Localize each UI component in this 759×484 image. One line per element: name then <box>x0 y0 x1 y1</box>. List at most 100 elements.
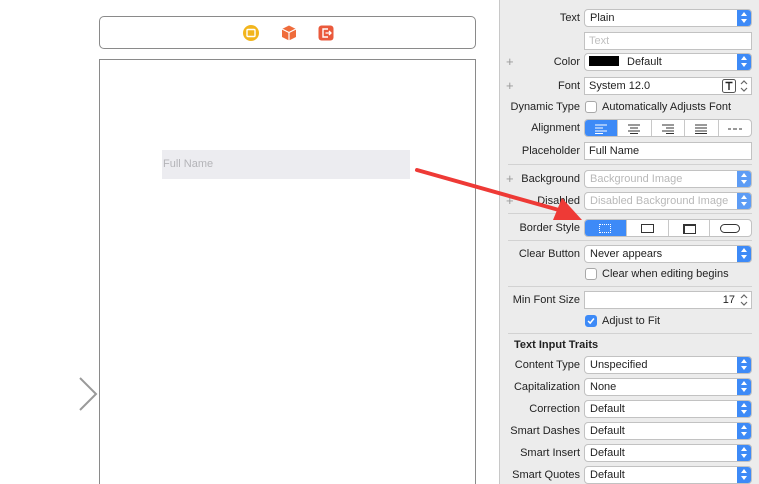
popup-stepper-icon <box>737 246 751 262</box>
view-controller-scene[interactable] <box>99 59 476 484</box>
clear-button-row: Clear Button Never appears <box>500 244 759 264</box>
color-row: + Color Default <box>500 52 759 72</box>
border-bezel-icon <box>682 224 696 234</box>
min-font-size-label: Min Font Size <box>512 294 580 306</box>
adjust-to-fit-text: Adjust to Fit <box>602 315 661 327</box>
smart-dashes-label: Smart Dashes <box>510 425 580 437</box>
border-rounded-icon <box>720 224 741 233</box>
capitalization-label: Capitalization <box>513 381 580 393</box>
font-value: System 12.0 <box>589 80 651 92</box>
disabled-image-combo[interactable]: Disabled Background Image <box>584 192 752 210</box>
clear-when-editing-checkbox[interactable] <box>585 268 597 280</box>
correction-label: Correction <box>529 403 580 415</box>
combo-chevron-icon <box>737 193 751 209</box>
font-stepper-icon[interactable] <box>738 78 750 94</box>
text-row: Text Plain <box>500 8 759 28</box>
align-justified-icon <box>695 124 708 134</box>
capitalization-row: Capitalization None <box>500 377 759 397</box>
first-responder-icon[interactable] <box>280 24 298 42</box>
align-justified-segment[interactable] <box>685 120 719 136</box>
color-label: Color <box>553 56 580 68</box>
background-row: + Background Background Image <box>500 169 759 189</box>
smart-insert-value: Default <box>590 447 625 459</box>
separator <box>508 333 752 334</box>
adjust-to-fit-row: Adjust to Fit <box>500 311 759 331</box>
alignment-segmented-control[interactable] <box>584 119 752 137</box>
smart-quotes-popup[interactable]: Default <box>584 466 752 484</box>
add-variation-plus-icon[interactable]: + <box>506 172 514 186</box>
background-image-placeholder: Background Image <box>590 173 683 185</box>
font-row: + Font System 12.0 <box>500 76 759 96</box>
smart-insert-popup[interactable]: Default <box>584 444 752 462</box>
add-variation-plus-icon[interactable]: + <box>506 194 514 208</box>
border-bezel-segment[interactable] <box>669 220 711 236</box>
add-variation-plus-icon[interactable]: + <box>506 55 514 69</box>
dynamic-type-label: Dynamic Type <box>510 101 581 113</box>
align-right-icon <box>661 124 674 134</box>
popup-stepper-icon <box>737 54 751 70</box>
align-natural-icon <box>727 128 742 130</box>
smart-dashes-popup[interactable]: Default <box>584 422 752 440</box>
content-type-row: Content Type Unspecified <box>500 355 759 375</box>
popup-stepper-icon <box>737 467 751 483</box>
popup-stepper-icon <box>737 423 751 439</box>
capitalization-popup[interactable]: None <box>584 378 752 396</box>
initial-view-controller-arrow-icon[interactable] <box>0 374 100 414</box>
text-label: Text <box>559 12 580 24</box>
background-label: Background <box>521 173 580 185</box>
smart-insert-label: Smart Insert <box>520 447 580 459</box>
border-none-icon <box>599 224 611 233</box>
smart-insert-row: Smart Insert Default <box>500 443 759 463</box>
full-name-text-field[interactable]: Full Name <box>162 150 410 179</box>
disabled-image-placeholder: Disabled Background Image <box>590 195 729 207</box>
border-none-segment[interactable] <box>585 220 627 236</box>
min-font-size-stepper-icon[interactable] <box>738 292 750 308</box>
min-font-size-row: Min Font Size 17 <box>500 290 759 310</box>
smart-quotes-value: Default <box>590 469 625 481</box>
font-picker-icon[interactable] <box>722 79 736 93</box>
placeholder-label: Placeholder <box>521 145 580 157</box>
text-type-popup[interactable]: Plain <box>584 9 752 27</box>
align-left-segment[interactable] <box>585 120 619 136</box>
add-variation-plus-icon[interactable]: + <box>506 79 514 93</box>
separator <box>508 213 752 214</box>
adjust-to-fit-checkbox[interactable] <box>585 315 597 327</box>
clear-button-popup[interactable]: Never appears <box>584 245 752 263</box>
color-popup[interactable]: Default <box>584 53 752 71</box>
border-rounded-segment[interactable] <box>710 220 751 236</box>
color-swatch <box>589 56 619 67</box>
popup-stepper-icon <box>737 357 751 373</box>
smart-quotes-label: Smart Quotes <box>512 469 580 481</box>
background-image-combo[interactable]: Background Image <box>584 170 752 188</box>
clear-editing-row: Clear when editing begins <box>500 264 759 284</box>
content-type-value: Unspecified <box>590 359 648 371</box>
font-label: Font <box>557 80 580 92</box>
adjusts-font-checkbox[interactable] <box>585 101 597 113</box>
capitalization-value: None <box>590 381 617 393</box>
clear-when-editing-text: Clear when editing begins <box>602 268 729 280</box>
dynamic-type-row: Dynamic Type Automatically Adjusts Font <box>500 97 759 117</box>
correction-popup[interactable]: Default <box>584 400 752 418</box>
combo-chevron-icon <box>737 171 751 187</box>
attributes-inspector: Text Plain Text + Color Default + Font S… <box>499 0 759 484</box>
alignment-label: Alignment <box>531 122 580 134</box>
min-font-size-field[interactable]: 17 <box>584 291 752 309</box>
exit-icon[interactable] <box>317 24 335 42</box>
border-style-segmented-control[interactable] <box>584 219 752 237</box>
scene-dock <box>99 16 476 49</box>
border-line-segment[interactable] <box>627 220 669 236</box>
align-center-segment[interactable] <box>618 120 652 136</box>
border-style-label: Border Style <box>519 222 580 234</box>
text-type-value: Plain <box>590 12 615 24</box>
smart-quotes-row: Smart Quotes Default <box>500 465 759 484</box>
align-right-segment[interactable] <box>652 120 686 136</box>
align-natural-segment[interactable] <box>719 120 751 136</box>
align-center-icon <box>628 124 641 134</box>
placeholder-field[interactable]: Full Name <box>584 142 752 160</box>
content-type-popup[interactable]: Unspecified <box>584 356 752 374</box>
view-controller-icon[interactable] <box>242 24 260 42</box>
adjusts-font-text: Automatically Adjusts Font <box>602 101 732 113</box>
correction-row: Correction Default <box>500 399 759 419</box>
storyboard-canvas[interactable]: Full Name <box>0 0 499 484</box>
text-content-field[interactable]: Text <box>584 32 752 50</box>
